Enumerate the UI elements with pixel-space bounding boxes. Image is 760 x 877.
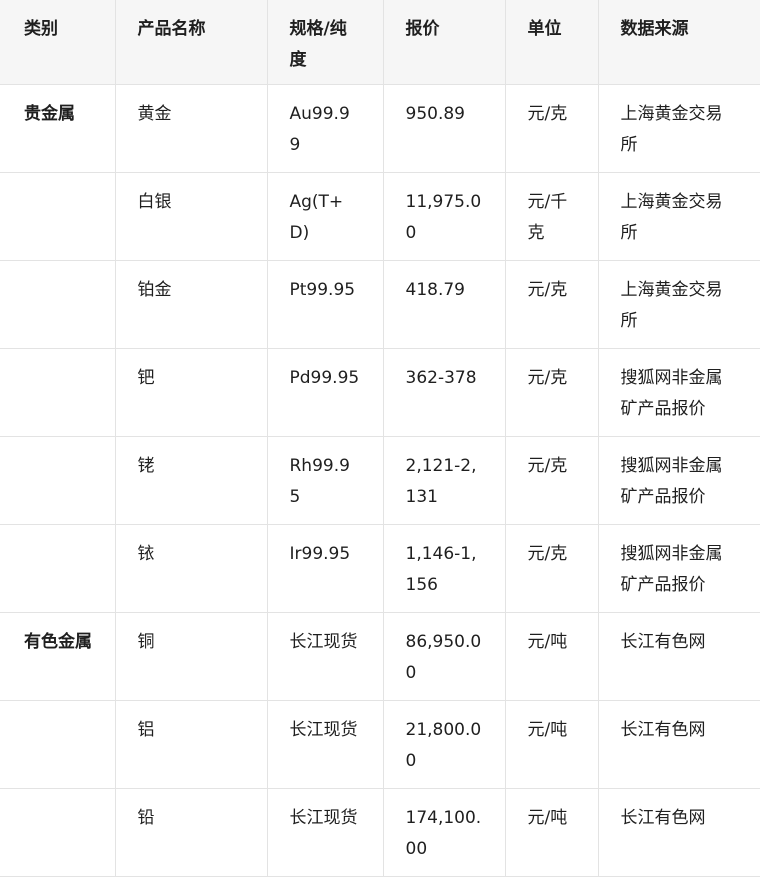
table-row: 铑 Rh99.95 2,121-2,131 元/克 搜狐网非金属矿产品报价 xyxy=(0,436,760,525)
cell-unit: 元/吨 xyxy=(504,788,598,877)
cell-unit: 元/克 xyxy=(504,436,598,525)
cell-price: 1,146-1,156 xyxy=(382,524,505,613)
cell-spec: Rh99.95 xyxy=(266,436,383,525)
cell-price: 86,950.00 xyxy=(382,612,505,701)
cell-category xyxy=(0,700,115,789)
table-row: 有色金属 铜 长江现货 86,950.00 元/吨 长江有色网 xyxy=(0,612,760,701)
cell-spec: Ag(T+D) xyxy=(266,172,383,261)
cell-product: 铂金 xyxy=(114,260,267,349)
table-row: 铂金 Pt99.95 418.79 元/克 上海黄金交易所 xyxy=(0,260,760,349)
cell-product: 钯 xyxy=(114,348,267,437)
cell-price: 11,975.00 xyxy=(382,172,505,261)
cell-category xyxy=(0,524,115,613)
cell-category xyxy=(0,788,115,877)
cell-category xyxy=(0,260,115,349)
cell-product: 白银 xyxy=(114,172,267,261)
cell-category xyxy=(0,436,115,525)
header-row: 类别 产品名称 规格/纯度 报价 单位 数据来源 xyxy=(0,0,760,85)
price-table: 类别 产品名称 规格/纯度 报价 单位 数据来源 贵金属 黄金 Au99.99 … xyxy=(0,0,760,877)
cell-product: 铑 xyxy=(114,436,267,525)
cell-source: 长江有色网 xyxy=(597,612,760,701)
cell-spec: Ir99.95 xyxy=(266,524,383,613)
cell-spec: Pt99.95 xyxy=(266,260,383,349)
header-spec: 规格/纯度 xyxy=(266,0,383,85)
cell-source: 搜狐网非金属矿产品报价 xyxy=(597,524,760,613)
cell-product: 铱 xyxy=(114,524,267,613)
table-row: 白银 Ag(T+D) 11,975.00 元/千克 上海黄金交易所 xyxy=(0,172,760,261)
cell-source: 长江有色网 xyxy=(597,700,760,789)
header-source: 数据来源 xyxy=(597,0,760,85)
cell-unit: 元/克 xyxy=(504,524,598,613)
cell-spec: Pd99.95 xyxy=(266,348,383,437)
cell-unit: 元/克 xyxy=(504,348,598,437)
table-row: 铱 Ir99.95 1,146-1,156 元/克 搜狐网非金属矿产品报价 xyxy=(0,524,760,613)
cell-category: 贵金属 xyxy=(0,84,115,173)
cell-price: 950.89 xyxy=(382,84,505,173)
cell-source: 长江有色网 xyxy=(597,788,760,877)
cell-price: 2,121-2,131 xyxy=(382,436,505,525)
cell-product: 铜 xyxy=(114,612,267,701)
cell-spec: 长江现货 xyxy=(266,700,383,789)
cell-unit: 元/克 xyxy=(504,84,598,173)
table-row: 铅 长江现货 174,100.00 元/吨 长江有色网 xyxy=(0,788,760,877)
cell-source: 上海黄金交易所 xyxy=(597,84,760,173)
table-row: 钯 Pd99.95 362-378 元/克 搜狐网非金属矿产品报价 xyxy=(0,348,760,437)
cell-unit: 元/克 xyxy=(504,260,598,349)
cell-price: 174,100.00 xyxy=(382,788,505,877)
cell-product: 黄金 xyxy=(114,84,267,173)
cell-spec: Au99.99 xyxy=(266,84,383,173)
cell-spec: 长江现货 xyxy=(266,612,383,701)
header-unit: 单位 xyxy=(504,0,598,85)
cell-source: 搜狐网非金属矿产品报价 xyxy=(597,436,760,525)
table-body: 贵金属 黄金 Au99.99 950.89 元/克 上海黄金交易所 白银 Ag(… xyxy=(0,84,760,877)
cell-category: 有色金属 xyxy=(0,612,115,701)
cell-product: 铝 xyxy=(114,700,267,789)
cell-unit: 元/吨 xyxy=(504,612,598,701)
cell-category xyxy=(0,348,115,437)
cell-spec: 长江现货 xyxy=(266,788,383,877)
cell-price: 21,800.00 xyxy=(382,700,505,789)
cell-source: 上海黄金交易所 xyxy=(597,172,760,261)
cell-price: 362-378 xyxy=(382,348,505,437)
cell-unit: 元/吨 xyxy=(504,700,598,789)
header-category: 类别 xyxy=(0,0,115,85)
cell-source: 搜狐网非金属矿产品报价 xyxy=(597,348,760,437)
cell-category xyxy=(0,172,115,261)
cell-product: 铅 xyxy=(114,788,267,877)
table-row: 铝 长江现货 21,800.00 元/吨 长江有色网 xyxy=(0,700,760,789)
cell-source: 上海黄金交易所 xyxy=(597,260,760,349)
cell-price: 418.79 xyxy=(382,260,505,349)
table-header: 类别 产品名称 规格/纯度 报价 单位 数据来源 xyxy=(0,0,760,85)
header-price: 报价 xyxy=(382,0,505,85)
header-product: 产品名称 xyxy=(114,0,267,85)
cell-unit: 元/千克 xyxy=(504,172,598,261)
table-row: 贵金属 黄金 Au99.99 950.89 元/克 上海黄金交易所 xyxy=(0,84,760,173)
